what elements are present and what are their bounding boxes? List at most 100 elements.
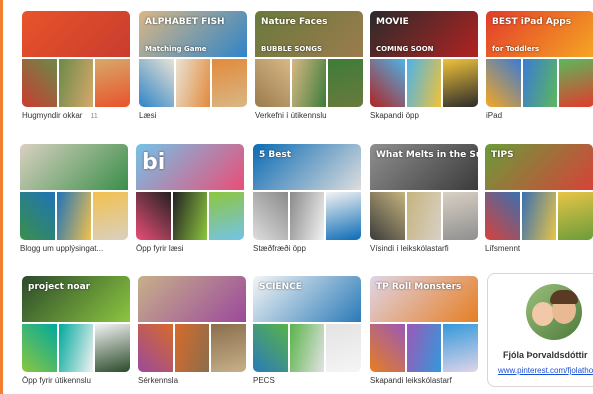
board-cover-main-image: [138, 276, 246, 322]
board-title-text: Stæðfræði öpp: [253, 244, 306, 253]
board-cover-thumbnail: [175, 59, 211, 107]
board-cover-thumbnail: [139, 59, 174, 107]
board-cover-thumbnail: [95, 59, 130, 107]
board-cover[interactable]: 5 Best: [253, 144, 361, 240]
board-cover-thumbnail: [209, 192, 244, 240]
board-title-text: PECS: [253, 376, 275, 385]
board-card[interactable]: SCIENCE PECS: [253, 276, 361, 387]
board-title-text: Skapandi leikskólastarf: [370, 376, 452, 385]
board-cover-main-image: SCIENCE: [253, 276, 361, 322]
board-cover-thumbnail: [443, 59, 478, 107]
board-cover-thumbnail: [253, 324, 288, 372]
board-cover[interactable]: [138, 276, 246, 372]
board-cover-thumbnail: [370, 324, 405, 372]
board-cover-main-image: bi: [136, 144, 244, 190]
board-cover-thumbnail: [559, 59, 593, 107]
board-card[interactable]: Blogg um upplýsingat...: [20, 144, 128, 255]
left-accent-edge: [0, 0, 3, 394]
board-cover-thumbnail: [485, 192, 520, 240]
board-cover[interactable]: [20, 144, 128, 240]
board-title[interactable]: Hugmyndir okkar 11: [22, 111, 130, 122]
board-cover[interactable]: TIPS: [485, 144, 593, 240]
board-cover[interactable]: MOVIE COMING SOON: [370, 11, 478, 107]
board-cover-caption: BEST iPad Apps: [492, 17, 572, 27]
avatar-hair-adult: [550, 290, 578, 304]
board-card[interactable]: Sérkennsla: [138, 276, 246, 387]
board-title-text: Vísindi í leikskólastarfi: [370, 244, 449, 253]
board-cover-main-image: BEST iPad Apps for Toddlers: [486, 11, 593, 57]
board-cover-caption: bi: [142, 150, 166, 175]
board-cover-thumbnail: [174, 324, 210, 372]
board-cover-thumbnail: [255, 59, 290, 107]
board-card[interactable]: What Melts in the Sun? Vísindi í leikskól…: [370, 144, 478, 255]
profile-url-link[interactable]: www.pinterest.com/fjolathorv: [498, 366, 593, 375]
board-title[interactable]: Vísindi í leikskólastarfi: [370, 244, 478, 255]
board-cover-thumbnail: [22, 59, 57, 107]
board-cover[interactable]: TP Roll Monsters: [370, 276, 478, 372]
board-cover-caption: MOVIE: [376, 17, 409, 27]
board-cover-thumbnail: [326, 324, 361, 372]
board-cover-thumbnail: [138, 324, 173, 372]
board-card[interactable]: 5 Best Stæðfræði öpp: [253, 144, 361, 255]
board-cover-thumbnail: [328, 59, 363, 107]
board-cover-subcaption: Matching Game: [145, 45, 207, 53]
board-card[interactable]: bi Öpp fyrir læsi: [136, 144, 244, 255]
board-title-text: Læsi: [139, 111, 157, 120]
profile-avatar[interactable]: [526, 284, 582, 340]
board-cover-thumbnail: [136, 192, 171, 240]
board-title-text: Hugmyndir okkar: [22, 111, 83, 120]
board-cover-caption: 5 Best: [259, 150, 292, 160]
board-card[interactable]: BEST iPad Apps for Toddlers iPad: [486, 11, 593, 122]
board-card[interactable]: Hugmyndir okkar 11: [22, 11, 130, 122]
board-title-text: iPad: [486, 111, 503, 120]
board-pin-count: 11: [90, 113, 98, 120]
board-card[interactable]: Nature Faces BUBBLE SONGS Verkefni í útike…: [255, 11, 363, 122]
board-cover[interactable]: ALPHABET FISH Matching Game: [139, 11, 247, 107]
board-title[interactable]: iPad: [486, 111, 593, 122]
board-card[interactable]: MOVIE COMING SOON Skapandi öpp: [370, 11, 478, 122]
board-cover-thumbnail: [443, 324, 478, 372]
board-cover-thumbnail: [20, 192, 55, 240]
board-cover[interactable]: What Melts in the Sun?: [370, 144, 478, 240]
board-card[interactable]: TP Roll Monsters Skapandi leikskólastarf: [370, 276, 478, 387]
board-title[interactable]: Verkefni í útikennslu: [255, 111, 363, 122]
board-cover-thumbnail: [56, 192, 92, 240]
board-cover-thumbnail: [58, 324, 94, 372]
board-cover[interactable]: project noar: [22, 276, 130, 372]
board-cover-main-image: ALPHABET FISH Matching Game: [139, 11, 247, 57]
board-title[interactable]: Stæðfræði öpp: [253, 244, 361, 255]
board-title[interactable]: Lífsmennt: [485, 244, 593, 255]
board-title[interactable]: Öpp fyrir útikennslu: [22, 376, 130, 387]
board-cover-caption: SCIENCE: [259, 282, 302, 292]
board-card[interactable]: project noar Öpp fyrir útikennslu: [22, 276, 130, 387]
board-cover[interactable]: SCIENCE: [253, 276, 361, 372]
board-cover[interactable]: bi: [136, 144, 244, 240]
board-title-text: Öpp fyrir læsi: [136, 244, 184, 253]
board-cover-thumbnail: [406, 192, 442, 240]
board-cover-thumbnail: [370, 59, 405, 107]
board-cover[interactable]: BEST iPad Apps for Toddlers: [486, 11, 593, 107]
board-title[interactable]: PECS: [253, 376, 361, 387]
board-cover-thumbnail: [291, 59, 327, 107]
board-cover-thumbnail: [22, 324, 57, 372]
board-cover-thumbnail: [212, 59, 247, 107]
board-cover[interactable]: [22, 11, 130, 107]
board-cover[interactable]: Nature Faces BUBBLE SONGS: [255, 11, 363, 107]
board-card[interactable]: ALPHABET FISH Matching Game Læsi: [139, 11, 247, 122]
board-title-text: Öpp fyrir útikennslu: [22, 376, 91, 385]
board-cover-main-image: [20, 144, 128, 190]
board-cover-thumbnail: [172, 192, 208, 240]
board-cover-thumbnail: [58, 59, 94, 107]
board-cover-thumbnail: [558, 192, 593, 240]
board-title[interactable]: Sérkennsla: [138, 376, 246, 387]
board-cover-thumbnail: [326, 192, 361, 240]
board-title[interactable]: Læsi: [139, 111, 247, 122]
board-title[interactable]: Skapandi öpp: [370, 111, 478, 122]
board-card[interactable]: TIPS Lífsmennt: [485, 144, 593, 255]
board-title[interactable]: Skapandi leikskólastarf: [370, 376, 478, 387]
profile-card[interactable]: Fjóla Þorvaldsdóttir www.pinterest.com/f…: [487, 273, 593, 387]
board-title[interactable]: Öpp fyrir læsi: [136, 244, 244, 255]
board-cover-caption: What Melts in the Sun?: [376, 150, 478, 160]
board-title[interactable]: Blogg um upplýsingat...: [20, 244, 128, 255]
board-title-text: Lífsmennt: [485, 244, 521, 253]
